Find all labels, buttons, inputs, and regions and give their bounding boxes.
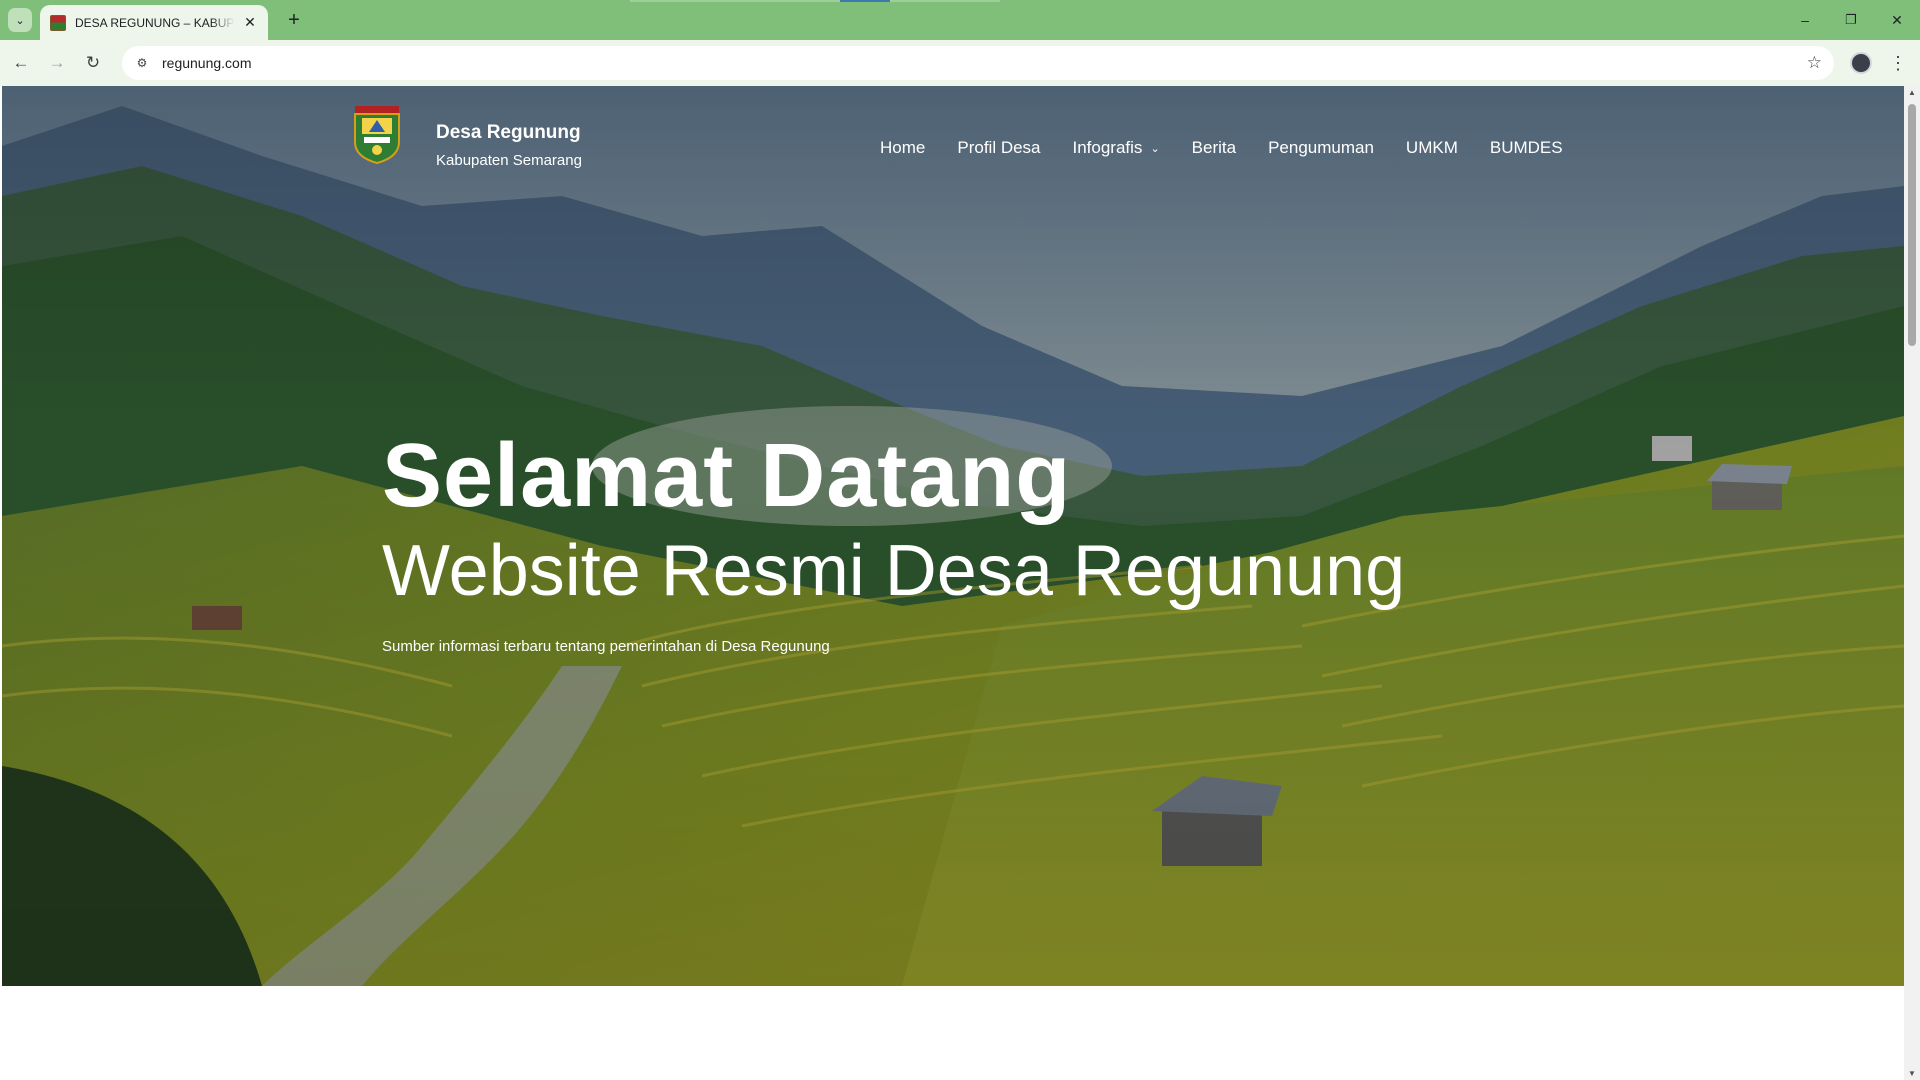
- main-navigation: Home Profil Desa Infografis ⌄ Berita Peng…: [880, 138, 1595, 158]
- scroll-down-arrow-icon[interactable]: ▼: [1908, 1069, 1916, 1078]
- profile-avatar[interactable]: [1850, 52, 1872, 74]
- url-text[interactable]: regunung.com: [162, 55, 252, 71]
- restore-button[interactable]: ❐: [1828, 0, 1874, 40]
- hero-heading: Selamat Datang: [382, 426, 1072, 526]
- tab-strip-highlight-accent: [840, 0, 890, 2]
- site-name[interactable]: Desa Regunung: [436, 122, 581, 144]
- nav-berita-label: Berita: [1191, 138, 1237, 157]
- browser-toolbar: ← → ↻ ⚙ regunung.com ☆ ⋮: [0, 40, 1920, 86]
- address-bar[interactable]: ⚙ regunung.com ☆: [122, 46, 1834, 80]
- hero-content: Selamat Datang Website Resmi Desa Regunu…: [382, 426, 1405, 655]
- back-button[interactable]: ←: [6, 48, 36, 78]
- scroll-up-arrow-icon[interactable]: ▲: [1908, 88, 1916, 97]
- scrollbar-thumb[interactable]: [1908, 104, 1916, 346]
- browser-tab-strip: ⌄ DESA REGUNUNG – KABUPATEN SEMARANG ✕ +…: [0, 0, 1920, 40]
- site-favicon-icon: [50, 14, 66, 31]
- window-close-button[interactable]: ✕: [1874, 0, 1920, 40]
- hero-description: Sumber informasi terbaru tentang pemerin…: [382, 638, 830, 655]
- nav-pengumuman[interactable]: Pengumuman: [1268, 138, 1374, 158]
- nav-profil-desa[interactable]: Profil Desa: [957, 138, 1040, 158]
- site-subtitle: Kabupaten Semarang: [436, 152, 582, 169]
- village-logo[interactable]: [352, 104, 402, 164]
- minimize-button[interactable]: –: [1782, 0, 1828, 40]
- browser-tab[interactable]: DESA REGUNUNG – KABUPATEN SEMARANG ✕: [40, 5, 268, 40]
- hero-subheading: Website Resmi Desa Regunung: [382, 531, 1406, 611]
- nav-bumdes[interactable]: BUMDES: [1490, 138, 1563, 158]
- nav-umkm[interactable]: UMKM: [1406, 138, 1458, 158]
- page-viewport: Desa Regunung Kabupaten Semarang Home Pr…: [0, 86, 1904, 1080]
- tab-title: DESA REGUNUNG – KABUPATEN SEMARANG: [75, 15, 235, 30]
- nav-home[interactable]: Home: [880, 138, 925, 158]
- tab-search-button[interactable]: ⌄: [8, 8, 32, 32]
- nav-berita[interactable]: Berita: [1192, 138, 1236, 158]
- reload-button[interactable]: ↻: [78, 48, 108, 78]
- site-header: Desa Regunung Kabupaten Semarang Home Pr…: [350, 100, 1563, 170]
- tab-close-button[interactable]: ✕: [241, 14, 259, 32]
- new-tab-button[interactable]: +: [282, 8, 306, 32]
- chevron-down-icon: ⌄: [1150, 142, 1160, 155]
- nav-pengumuman-label: Pengumuman: [1268, 138, 1374, 157]
- chevron-down-icon: ⌄: [15, 14, 25, 27]
- nav-infografis-label: Infografis: [1072, 138, 1143, 157]
- nav-bumdes-label: BUMDES: [1489, 138, 1563, 157]
- bookmark-star-icon[interactable]: ☆: [1807, 53, 1822, 73]
- page-scrollbar[interactable]: ▲ ▼: [1904, 86, 1920, 1080]
- site-info-icon[interactable]: ⚙: [130, 51, 154, 75]
- nav-umkm-label: UMKM: [1405, 138, 1458, 157]
- browser-menu-icon[interactable]: ⋮: [1889, 50, 1907, 76]
- tab-strip-highlight: [630, 0, 1000, 2]
- nav-home-label: Home: [880, 138, 926, 157]
- nav-profil-desa-label: Profil Desa: [957, 138, 1041, 157]
- nav-infografis[interactable]: Infografis ⌄: [1073, 138, 1160, 158]
- forward-button[interactable]: →: [42, 48, 72, 78]
